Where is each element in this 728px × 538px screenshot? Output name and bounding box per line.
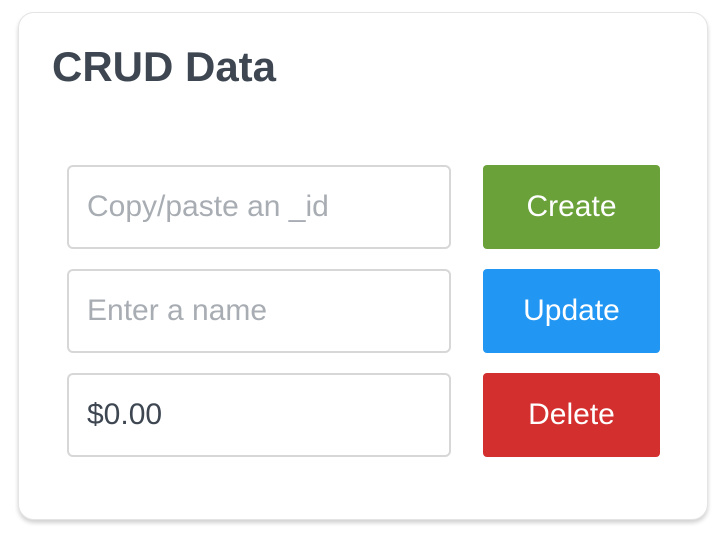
form-row-id: Create — [67, 165, 661, 249]
price-input[interactable] — [67, 373, 451, 457]
name-input[interactable] — [67, 269, 451, 353]
card-title: CRUD Data — [52, 43, 277, 90]
crud-card: CRUD Data Create Update Delete — [18, 12, 708, 520]
create-button[interactable]: Create — [483, 165, 660, 249]
id-input[interactable] — [67, 165, 451, 249]
form-row-name: Update — [67, 269, 661, 353]
update-button[interactable]: Update — [483, 269, 660, 353]
delete-button[interactable]: Delete — [483, 373, 660, 457]
form-row-price: Delete — [67, 373, 661, 457]
